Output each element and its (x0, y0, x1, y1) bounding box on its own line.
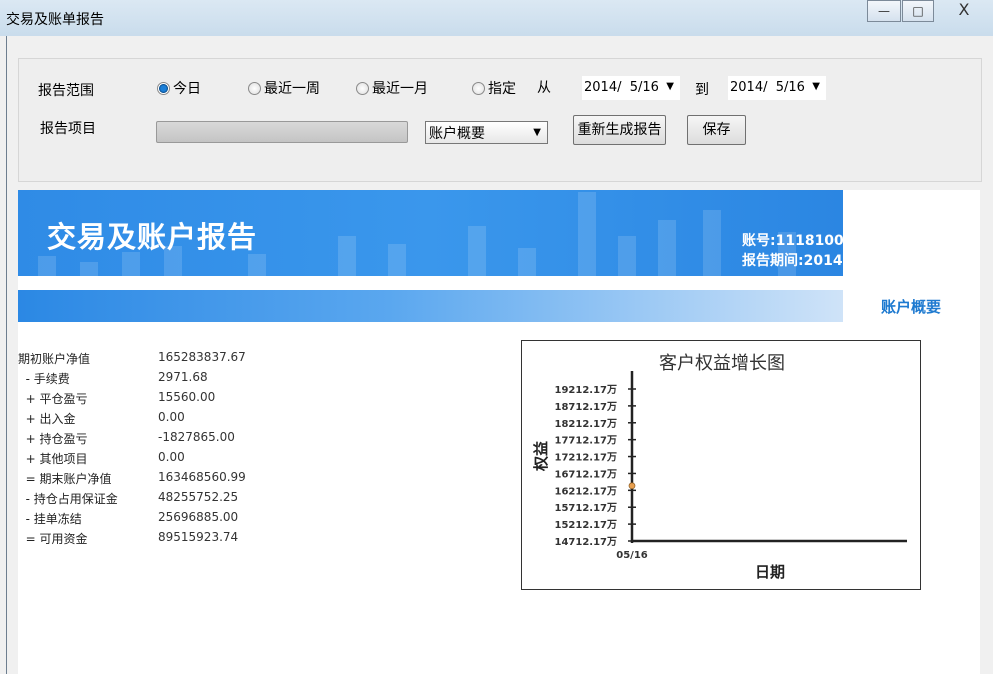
row-value: 2971.68 (158, 370, 208, 384)
row-label: = 可用资金 (18, 532, 88, 546)
data-point (628, 482, 636, 490)
account-number: 账号:1118100490 (742, 233, 874, 249)
section-title: 账户概要 (881, 298, 942, 316)
chart-title: 客户权益增长图 (659, 353, 785, 374)
save-button[interactable]: 保存 (687, 115, 746, 145)
y-axis-label: 权益 (532, 441, 550, 472)
report-banner: 交易及账户报告 (18, 190, 843, 276)
banner-title: 交易及账户报告 (47, 220, 258, 254)
to-date-value: 2014/ 5/16 (730, 80, 805, 95)
to-label: 到 (695, 82, 709, 98)
row-value: 48255752.25 (158, 490, 239, 504)
radio-week[interactable]: 最近一周 (248, 78, 320, 98)
from-date-picker[interactable]: 2014/ 5/16 ▼ (582, 76, 680, 100)
row-value: 163468560.99 (158, 470, 246, 484)
summary-row: 期初账户净值 165283837.67 (18, 350, 246, 367)
controls-panel (18, 58, 982, 182)
range-label: 报告范围 (38, 83, 94, 99)
report-period: 报告期间:20140516-20140516 (742, 253, 966, 269)
row-label: + 其他项目 (18, 452, 88, 466)
radio-icon (356, 81, 369, 95)
row-value: 15560.00 (158, 390, 216, 404)
summary-row: = 可用资金 89515923.74 (18, 530, 239, 547)
report-area: 交易及账户报告 账号:1118100490 报告期间:20140516-2014… (18, 190, 980, 674)
to-date-picker[interactable]: 2014/ 5/16 ▼ (728, 76, 826, 100)
dropdown-arrow-icon: ▼ (666, 81, 674, 92)
select-value: 账户概要 (429, 126, 485, 142)
y-tick-label: 14712.17万 (554, 536, 617, 548)
summary-row: - 持仓占用保证金 48255752.25 (18, 490, 239, 507)
report-item-select[interactable]: 账户概要 ▼ (425, 121, 548, 144)
radio-today[interactable]: 今日 (157, 78, 201, 98)
chart-svg: 客户权益增长图 14712.17万 15212.17万 15712.17万 16212.… (532, 353, 907, 581)
summary-row: + 其他项目 0.00 (18, 450, 185, 467)
radio-custom[interactable]: 指定 (472, 78, 516, 98)
dropdown-arrow-icon: ▼ (812, 81, 820, 92)
radio-label: 最近一月 (372, 81, 428, 97)
radio-icon (472, 81, 485, 95)
y-tick-label: 17712.17万 (554, 435, 617, 447)
row-label: - 手续费 (18, 372, 70, 386)
radio-icon (248, 81, 261, 95)
row-value: 165283837.67 (158, 350, 246, 364)
dropdown-arrow-icon: ▼ (533, 127, 541, 138)
item-label: 报告项目 (40, 121, 96, 137)
title-bar: 交易及账单报告 — □ X (0, 0, 993, 36)
close-button[interactable]: X (935, 0, 993, 22)
x-axis-label: 日期 (755, 563, 785, 581)
summary-row: + 出入金 0.00 (18, 410, 185, 427)
radio-label: 最近一周 (264, 81, 320, 97)
radio-label: 今日 (173, 81, 201, 97)
y-tick-label: 16212.17万 (554, 485, 617, 497)
summary-row: + 平仓盈亏 15560.00 (18, 390, 216, 407)
row-label: - 挂单冻结 (18, 512, 82, 526)
row-value: 0.00 (158, 450, 185, 464)
y-tick-label: 17212.17万 (554, 452, 617, 464)
x-tick-label: 05/16 (616, 550, 648, 561)
minimize-button[interactable]: — (867, 0, 901, 22)
maximize-button[interactable]: □ (902, 0, 934, 22)
progress-bar (156, 121, 408, 143)
window-title: 交易及账单报告 (6, 12, 104, 28)
row-label: - 持仓占用保证金 (18, 492, 118, 506)
radio-icon (157, 81, 170, 95)
row-label: + 出入金 (18, 412, 76, 426)
row-label: + 平仓盈亏 (18, 392, 88, 406)
row-value: 0.00 (158, 410, 185, 424)
from-label: 从 (537, 80, 551, 96)
row-value: -1827865.00 (158, 430, 235, 444)
row-label: = 期末账户净值 (18, 472, 112, 486)
row-label: 期初账户净值 (18, 352, 91, 366)
y-tick-label: 18712.17万 (554, 401, 617, 413)
row-value: 25696885.00 (158, 510, 239, 524)
equity-chart: 客户权益增长图 14712.17万 15212.17万 15712.17万 16212.… (521, 340, 921, 590)
y-tick-label: 15212.17万 (554, 519, 617, 531)
y-tick-label: 18212.17万 (554, 418, 617, 430)
row-value: 89515923.74 (158, 530, 239, 544)
row-label: + 持仓盈亏 (18, 432, 88, 446)
radio-month[interactable]: 最近一月 (356, 78, 428, 98)
radio-label: 指定 (488, 81, 516, 97)
from-date-value: 2014/ 5/16 (584, 80, 659, 95)
summary-row: = 期末账户净值 163468560.99 (18, 470, 246, 487)
summary-row: - 挂单冻结 25696885.00 (18, 510, 239, 527)
y-tick-label: 19212.17万 (554, 384, 617, 396)
summary-row: + 持仓盈亏 -1827865.00 (18, 430, 235, 447)
section-bar (18, 290, 843, 322)
y-tick-label: 15712.17万 (554, 502, 617, 514)
y-tick-label: 16712.17万 (554, 468, 617, 480)
regenerate-button[interactable]: 重新生成报告 (573, 115, 666, 145)
summary-row: - 手续费 2971.68 (18, 370, 208, 387)
